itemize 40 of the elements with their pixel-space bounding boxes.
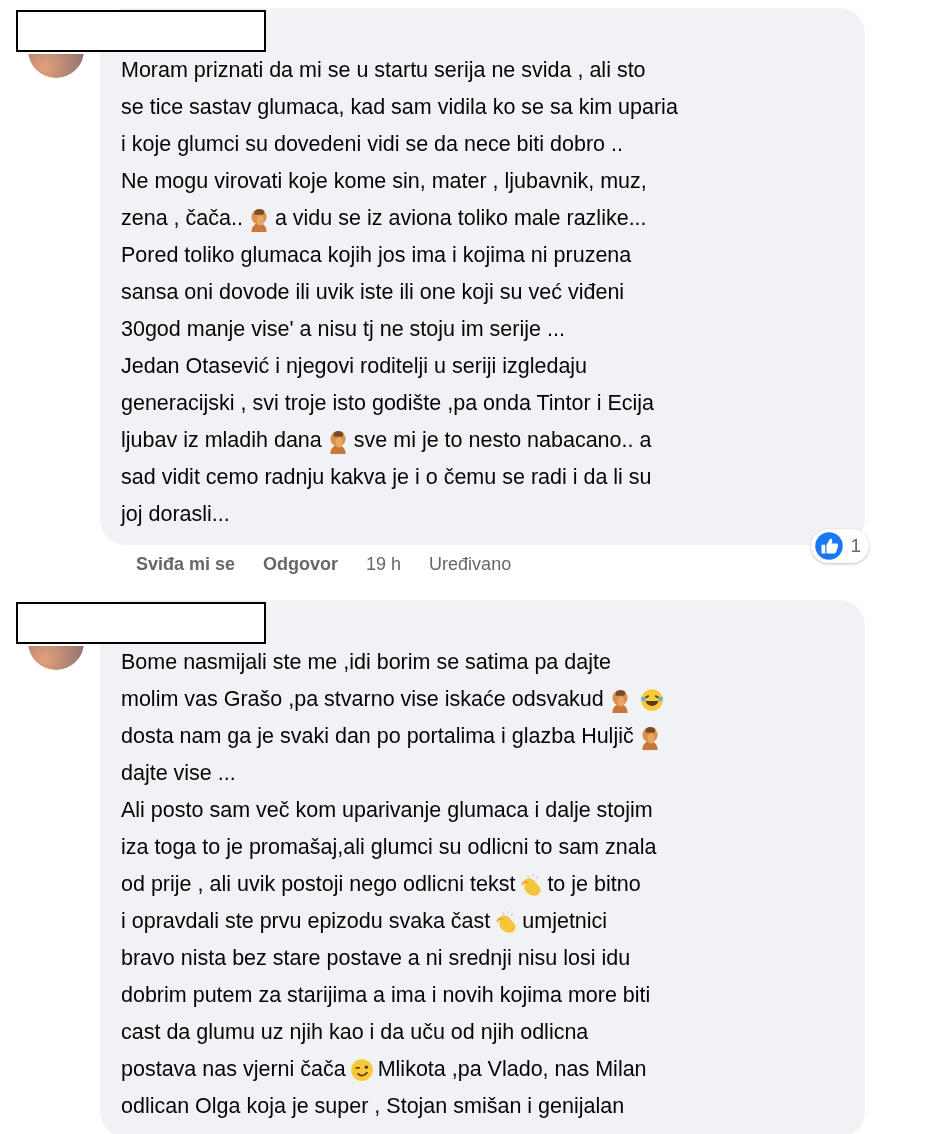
comment-text: Pored toliko glumaca kojih jos ima i kojima ni pruzena	[121, 242, 632, 270]
comment-text: i opravdali ste prvu epizodu svaka čast	[121, 908, 491, 936]
comment-text: dajte vise ...	[121, 760, 236, 788]
comment-text: se tice sastav glumaca, kad sam vidila ko se sa kim uparia	[121, 94, 678, 122]
comment-text: Moram priznati da mi se u startu serija ne svida , ali sto	[121, 57, 646, 85]
comment-meta: 19 h	[366, 553, 402, 576]
comment-text: iza toga to je promašaj,ali glumci su odlicni to sam znala	[121, 834, 657, 862]
comment-text: sansa oni dovode ili uvik iste ili one koji su već viđeni	[121, 279, 625, 307]
comment-text: postava nas vjerni čača	[121, 1056, 346, 1084]
comment-text: molim vas Grašo ,pa stvarno vise iskaće odsvakud	[121, 686, 604, 714]
reaction-count: 1	[850, 533, 861, 558]
comment-text: umjetnici	[522, 908, 608, 936]
comment-text: 30god manje vise' a nisu tj ne stoju im serije ...	[121, 316, 565, 344]
comment-text: zena , čača..	[121, 205, 243, 233]
comment-text: to je bitno	[547, 871, 641, 899]
comment-text: Ali posto sam več kom uparivanje glumaca i dalje stojim	[121, 797, 653, 825]
winking-face-emoji-icon	[348, 1056, 375, 1083]
laughing-face-emoji-icon	[638, 686, 665, 713]
action-link[interactable]: Sviđa mi se	[136, 551, 236, 578]
comment-text: bravo nista bez stare postave a ni srednji nisu losi idu	[121, 945, 631, 973]
comment-text: od prije , ali uvik postoji nego odlicni tekst	[121, 871, 516, 899]
comment-text: dobrim putem za starijima a ima i novih kojima more biti	[121, 982, 651, 1010]
comment-text: a vidu se iz aviona toliko male razlike...	[274, 205, 647, 233]
comment-text: Bome nasmijali ste me ,idi borim se satima pa dajte	[121, 649, 611, 677]
comment-text: Jedan Otasević i njegovi roditelji u seriji izgledaju	[121, 353, 588, 381]
comment-text: sad vidit cemo radnju kakva je i o čemu se radi i da li su	[121, 464, 652, 492]
comment-meta: Uređivano	[429, 553, 512, 576]
reaction-badge[interactable]: 1	[811, 529, 869, 563]
comment-text: sve mi je to nesto nabacano.. a	[353, 427, 652, 455]
like-icon	[814, 531, 845, 561]
comment-text: Ne mogu virovati koje kome sin, mater , ljubavnik, muz,	[121, 168, 647, 196]
comment-text: odlican Olga koja je super , Stojan smišan i genijalan	[121, 1093, 625, 1121]
comment-text: Mlikota ,pa Vlado, nas Milan	[377, 1056, 647, 1084]
comment-text: generacijski , svi troje isto godište ,pa onda Tintor i Ecija	[121, 390, 654, 418]
comment-text: ljubav iz mladih dana	[121, 427, 322, 455]
comment-text: i koje glumci su dovedeni vidi se da nece biti dobro ..	[121, 131, 623, 159]
comment-text: dosta nam ga je svaki dan po portalima i glazba Huljič	[121, 723, 634, 751]
action-link[interactable]: Odgovor	[263, 551, 339, 578]
comment-text: joj dorasli...	[121, 501, 230, 529]
comment-text: cast da glumu uz njih kao i da uču od njih odlicna	[121, 1019, 589, 1047]
